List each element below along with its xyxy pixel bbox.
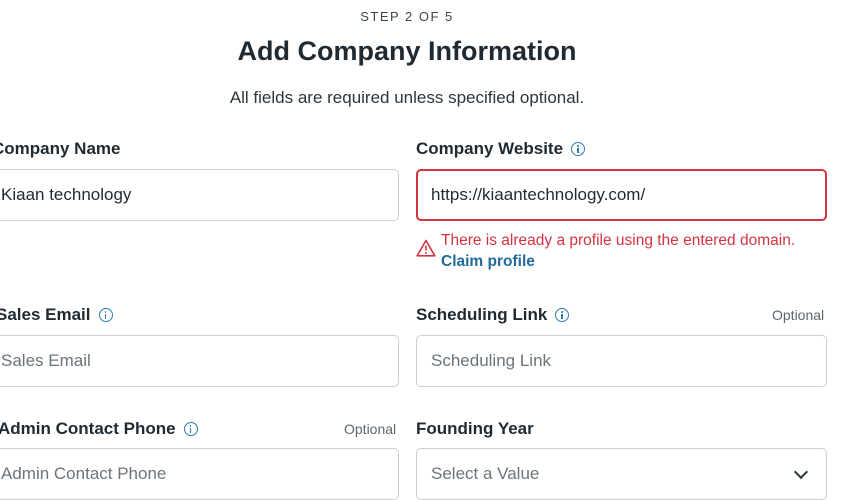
claim-profile-link[interactable]: Claim profile [441, 251, 795, 272]
sales-email-label: Sales Email [0, 305, 113, 325]
company-website-input[interactable]: https://kiaantechnology.com/ [416, 169, 827, 221]
company-name-label-text: Company Name [0, 139, 121, 158]
scheduling-link-optional: Optional [772, 307, 825, 323]
info-icon[interactable] [98, 308, 113, 322]
sales-email-input[interactable]: Sales Email [0, 335, 399, 387]
step-indicator: STEP 2 OF 5 [360, 9, 454, 24]
company-website-label: Company Website [416, 139, 586, 159]
info-icon[interactable] [571, 142, 586, 156]
admin-phone-placeholder: Admin Contact Phone [1, 464, 167, 483]
website-error-message: There is already a profile using the ent… [416, 230, 795, 272]
admin-phone-label-text: Admin Contact Phone [0, 419, 176, 438]
admin-phone-input[interactable]: Admin Contact Phone [0, 448, 399, 500]
scheduling-link-placeholder: Scheduling Link [431, 351, 552, 370]
founding-year-label: Founding Year [416, 419, 534, 439]
admin-phone-optional: Optional [344, 421, 397, 437]
page-subtitle: All fields are required unless specified… [229, 88, 585, 107]
info-icon[interactable] [183, 422, 198, 436]
admin-phone-label: Admin Contact Phone [0, 419, 198, 439]
company-name-label: Company Name [0, 139, 120, 159]
scheduling-link-label-text: Scheduling Link [416, 305, 548, 324]
founding-year-select[interactable]: Select a Value [416, 448, 827, 500]
company-website-label-text: Company Website [416, 139, 564, 158]
website-error-text: There is already a profile using the ent… [441, 232, 796, 249]
company-website-value: https://kiaantechnology.com/ [431, 185, 646, 204]
founding-year-placeholder: Select a Value [431, 464, 540, 483]
company-name-input[interactable]: Kiaan technology [0, 169, 399, 221]
founding-year-label-text: Founding Year [416, 419, 534, 438]
page-title: Add Company Information [237, 36, 577, 66]
chevron-down-icon[interactable] [793, 464, 809, 480]
scheduling-link-label: Scheduling Link [416, 305, 570, 325]
scheduling-link-input[interactable]: Scheduling Link [416, 335, 827, 387]
warning-icon [416, 239, 436, 257]
company-name-value: Kiaan technology [1, 185, 132, 204]
sales-email-placeholder: Sales Email [1, 351, 91, 370]
sales-email-label-text: Sales Email [0, 305, 91, 324]
info-icon[interactable] [555, 308, 570, 322]
